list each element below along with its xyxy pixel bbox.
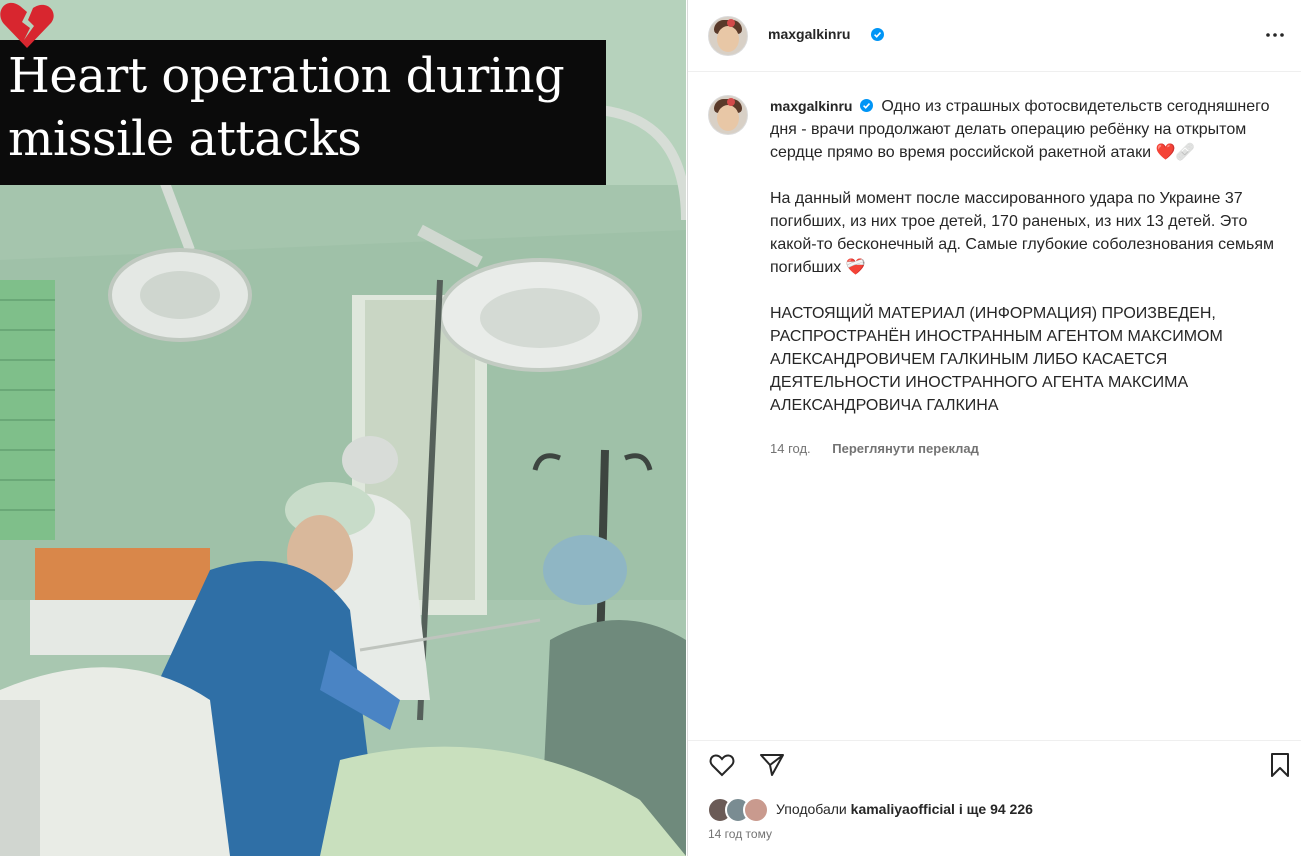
liker-avatar	[743, 797, 769, 823]
verified-badge-icon	[859, 99, 873, 112]
caption-meta: 14 год. Переглянути переклад	[770, 441, 979, 456]
verified-badge-icon	[871, 28, 884, 41]
post-image[interactable]: Heart operation during missile attacks	[0, 0, 686, 856]
caption-line-2: missile attacks	[8, 111, 362, 167]
author-username[interactable]: maxgalkinru	[768, 26, 850, 42]
caption-age: 14 год.	[770, 441, 811, 456]
likes-prefix: Уподобали	[776, 801, 851, 817]
caption-paragraph-3: НАСТОЯЩИЙ МАТЕРИАЛ (ИНФОРМАЦИЯ) ПРОИЗВЕД…	[770, 305, 1223, 414]
post-timestamp[interactable]: 14 год тому	[708, 827, 772, 841]
likes-summary[interactable]: Уподобали kamaliyaofficial і ще 94 226	[776, 801, 1033, 817]
likes-count[interactable]: і ще 94 226	[955, 801, 1033, 817]
caption-paragraph-2: На данный момент после массированного уд…	[770, 190, 1274, 276]
caption-paragraph-1: maxgalkinru Одно из страшных фотосвидете…	[770, 95, 1290, 164]
likers-avatars[interactable]	[707, 797, 777, 823]
comment-avatar[interactable]	[708, 95, 748, 135]
broken-heart-icon	[0, 2, 54, 48]
more-options-icon[interactable]	[1264, 26, 1286, 44]
see-translation-button[interactable]: Переглянути переклад	[832, 441, 979, 456]
post-sidebar: maxgalkinru maxgalkinru Одно из страшных…	[687, 0, 1301, 856]
caption-username[interactable]: maxgalkinru	[770, 98, 852, 114]
post-header: maxgalkinru	[688, 0, 1301, 72]
author-avatar[interactable]	[708, 16, 748, 56]
share-icon[interactable]	[758, 751, 786, 779]
like-heart-icon[interactable]	[708, 751, 736, 779]
post-caption: maxgalkinru Одно из страшных фотосвидете…	[770, 95, 1290, 417]
post-actions	[688, 740, 1301, 785]
caption-line-1: Heart operation during	[8, 48, 565, 104]
liker-username[interactable]: kamaliyaofficial	[851, 801, 955, 817]
save-bookmark-icon[interactable]	[1266, 751, 1294, 779]
